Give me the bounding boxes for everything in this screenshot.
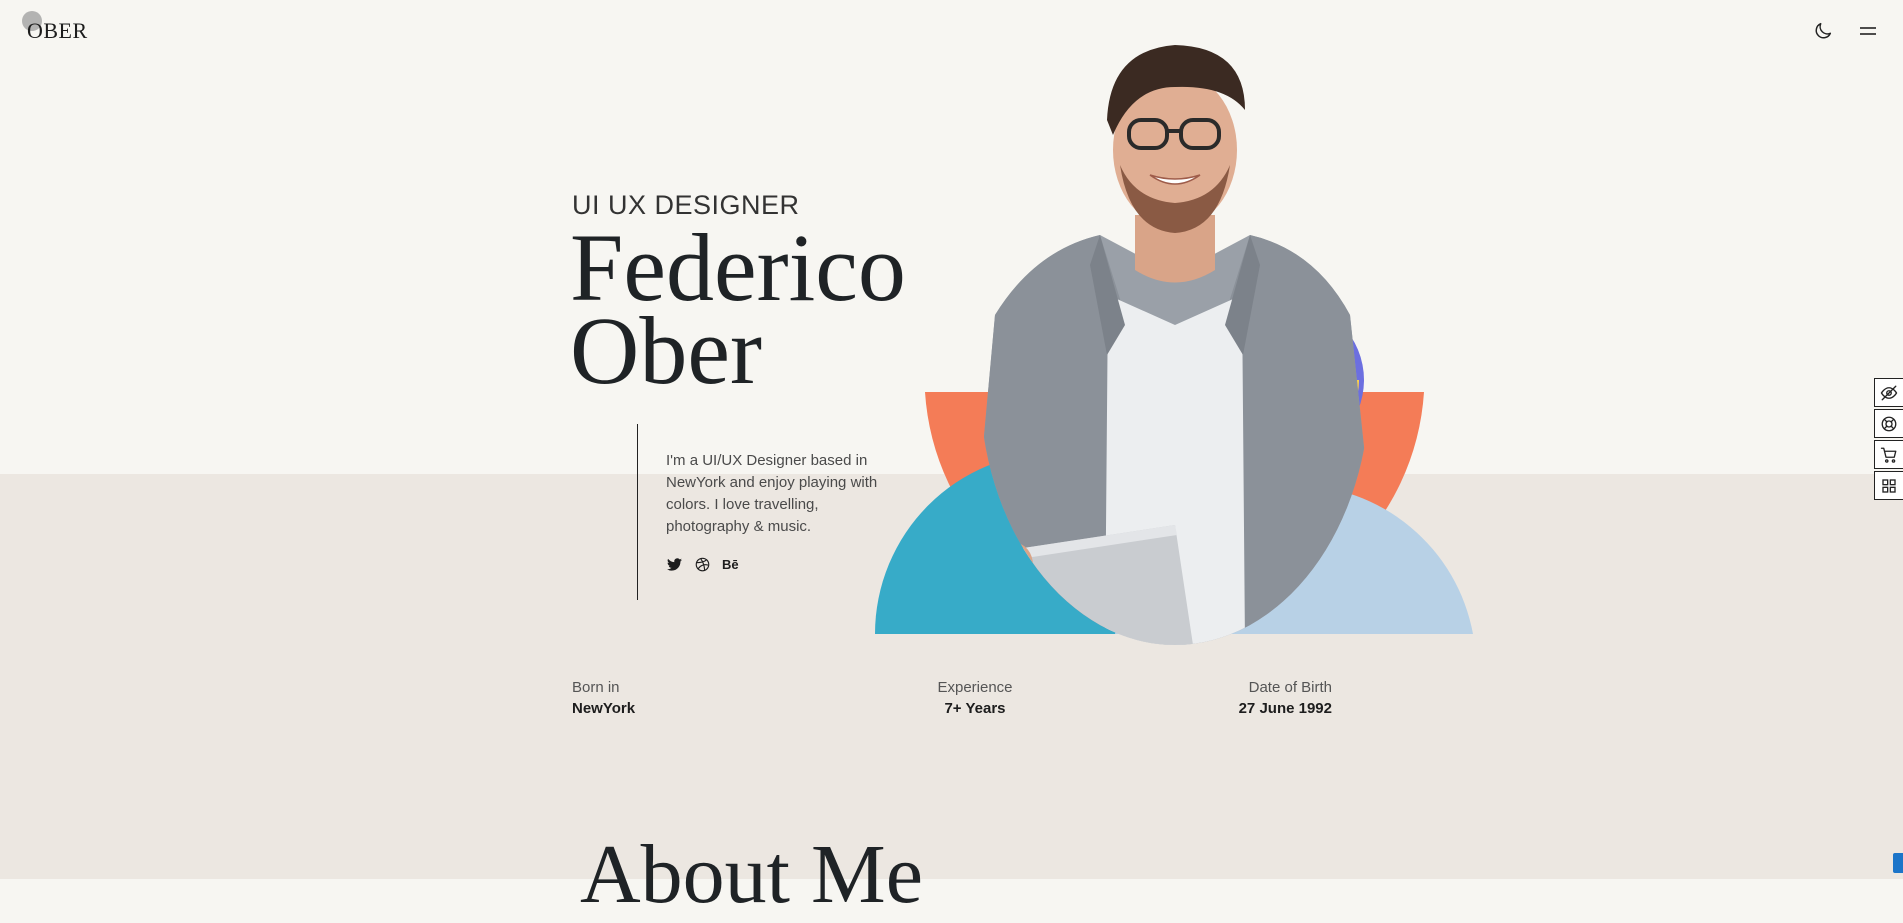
stat-value: NewYork [572,700,636,717]
stat-label: Experience [937,679,1013,696]
eye-off-icon[interactable] [1874,378,1903,407]
hero-portrait-artwork [875,45,1473,645]
about-heading: About Me [580,828,923,921]
stat-value: 27 June 1992 [1238,700,1332,717]
cart-icon[interactable] [1874,440,1903,469]
stat-date-of-birth: Date of Birth 27 June 1992 [1212,679,1332,717]
last-name: Ober [570,297,762,404]
stat-experience: Experience 7+ Years [915,679,1035,717]
moon-icon[interactable] [1812,20,1834,42]
social-links: Bē [666,556,739,572]
chat-widget-tab[interactable] [1893,853,1903,873]
dribbble-icon[interactable] [694,556,710,572]
grid-icon[interactable] [1874,471,1903,500]
bio-text: I'm a UI/UX Designer based in NewYork an… [666,452,878,535]
twitter-icon[interactable] [666,556,682,572]
stat-label: Born in [572,679,620,696]
behance-link[interactable]: Bē [722,557,739,572]
hamburger-menu-icon[interactable] [1856,22,1878,40]
stat-label: Date of Birth [1248,679,1332,696]
site-logo[interactable]: OBER [27,18,88,44]
support-icon[interactable] [1874,409,1903,438]
side-toolbar [1874,378,1903,502]
bio-divider [637,424,638,600]
stat-value: 7+ Years [944,700,1006,717]
stat-born-in: Born in NewYork [572,679,635,717]
